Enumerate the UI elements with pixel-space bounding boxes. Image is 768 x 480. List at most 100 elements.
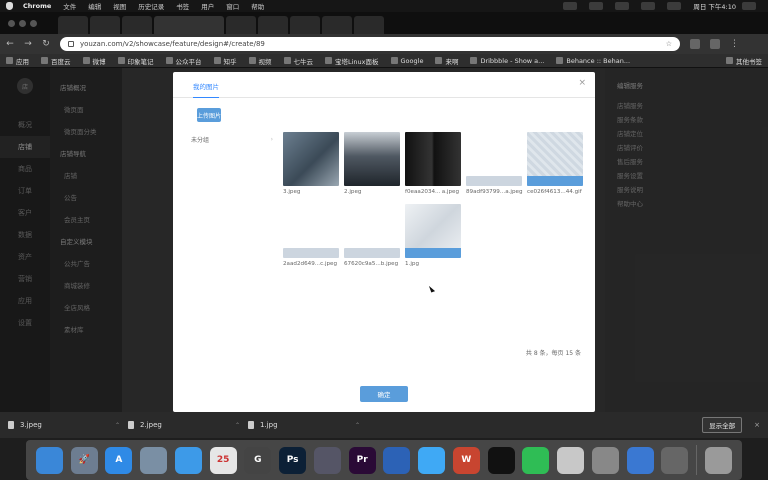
wifi-icon[interactable] [641, 2, 656, 10]
image-thumbnail[interactable]: f0eaa2034... a.jpeg [405, 132, 461, 195]
image-preview[interactable] [466, 176, 522, 186]
image-thumbnail[interactable]: 2.jpeg [344, 132, 400, 195]
menubar-clock[interactable]: 周日 下午4:10 [693, 1, 736, 11]
download-item[interactable]: 2.jpeg ⌃ [128, 421, 248, 429]
browser-tab[interactable] [322, 16, 352, 34]
premiere-icon[interactable]: Pr [348, 446, 376, 474]
browser-tab-active[interactable] [154, 16, 224, 34]
rail-item[interactable]: 商品 [0, 158, 50, 180]
subnav-item[interactable]: 微页面 [50, 98, 122, 120]
lock-icon[interactable] [68, 41, 74, 47]
image-preview[interactable] [405, 132, 461, 186]
bookmark-star-icon[interactable]: ☆ [666, 40, 672, 48]
reload-icon[interactable]: ↻ [42, 39, 50, 49]
rail-item[interactable]: 数据 [0, 224, 50, 246]
subnav-item[interactable]: 全店风格 [50, 296, 122, 318]
bookmark-item[interactable]: 七牛云 [283, 56, 313, 66]
menu-help[interactable]: 帮助 [251, 1, 264, 11]
upload-image-button[interactable]: 上传图片 [197, 108, 221, 122]
bookmark-apps[interactable]: 应用 [6, 56, 29, 66]
status-icon[interactable] [589, 2, 604, 10]
app-store-icon[interactable]: A [105, 446, 133, 474]
zoom-window-icon[interactable] [30, 20, 37, 27]
bookmark-item[interactable]: Behance :: Behan... [556, 57, 630, 65]
browser-tab[interactable] [290, 16, 320, 34]
status-icon[interactable] [563, 2, 578, 10]
shop-logo[interactable]: 店 [17, 78, 33, 94]
safari-icon[interactable] [174, 446, 202, 474]
subnav-item[interactable]: 会员主页 [50, 208, 122, 230]
menu-bookmarks[interactable]: 书签 [176, 1, 189, 11]
image-thumbnail[interactable]: ce026f4613... 44.gif [527, 132, 583, 195]
calculator-icon[interactable] [591, 446, 619, 474]
browser-tab[interactable] [226, 16, 256, 34]
image-thumbnail[interactable]: 67620c9a5... b.jpeg [344, 204, 400, 267]
forward-icon[interactable]: → [24, 39, 32, 49]
subnav-item[interactable]: 素材库 [50, 318, 122, 340]
launchpad-icon[interactable]: 🚀 [70, 446, 98, 474]
subnav-item[interactable]: 公告 [50, 186, 122, 208]
browser-tab[interactable] [90, 16, 120, 34]
menu-people[interactable]: 用户 [201, 1, 214, 11]
image-thumbnail[interactable]: 1.jpg [405, 204, 461, 267]
bookmark-item[interactable]: Dribbble - Show a... [470, 57, 544, 65]
bookmark-item[interactable]: 来啊 [435, 56, 458, 66]
image-preview[interactable] [283, 248, 339, 258]
menu-edit[interactable]: 编辑 [88, 1, 101, 11]
rail-item[interactable]: 设置 [0, 312, 50, 334]
qq-browser-icon[interactable] [418, 446, 446, 474]
menu-history[interactable]: 历史记录 [138, 1, 164, 11]
image-preview[interactable] [405, 204, 461, 258]
browser-tab[interactable] [354, 16, 384, 34]
bookmark-item[interactable]: 宝塔Linux面板 [325, 56, 379, 66]
wps-icon[interactable]: W [452, 446, 480, 474]
spotlight-icon[interactable] [742, 2, 756, 10]
chevron-up-icon[interactable]: ⌃ [355, 422, 360, 429]
close-icon[interactable]: × [578, 78, 586, 88]
subnav-item[interactable]: 公共广告 [50, 252, 122, 274]
menu-window[interactable]: 窗口 [226, 1, 239, 11]
browser-tab[interactable] [58, 16, 88, 34]
browser-tab[interactable] [122, 16, 152, 34]
download-item[interactable]: 1.jpg ⌃ [248, 421, 368, 429]
bookmark-item[interactable]: 视频 [248, 56, 272, 66]
menu-view[interactable]: 视图 [113, 1, 126, 11]
bookmark-item[interactable]: 印象笔记 [117, 56, 154, 66]
image-thumbnail[interactable]: 2aad2d649... c.jpeg [283, 204, 339, 267]
calendar-icon[interactable]: 25 [209, 446, 237, 474]
compressor-icon[interactable] [313, 446, 341, 474]
bookmark-other[interactable]: 其他书签 [726, 56, 762, 66]
image-preview[interactable] [344, 132, 400, 186]
extension-icon[interactable] [710, 39, 720, 49]
subnav-item[interactable]: 商城装修 [50, 274, 122, 296]
subnav-item[interactable]: 微页面分类 [50, 120, 122, 142]
wechat-icon[interactable] [522, 446, 550, 474]
rail-item[interactable]: 资产 [0, 246, 50, 268]
subnav-item[interactable]: 店铺 [50, 164, 122, 186]
rail-item[interactable]: 订单 [0, 180, 50, 202]
image-thumbnail[interactable]: 3.jpeg [283, 132, 339, 195]
browser-tab[interactable] [258, 16, 288, 34]
notes-icon[interactable] [557, 446, 585, 474]
bookmark-item[interactable]: 微博 [82, 56, 106, 66]
subnav-item[interactable]: 店铺概况 [50, 76, 122, 98]
sync-icon[interactable] [661, 446, 689, 474]
keynote-icon[interactable] [383, 446, 411, 474]
rail-item[interactable]: 应用 [0, 290, 50, 312]
extension-icon[interactable] [690, 39, 700, 49]
confirm-button[interactable]: 确定 [360, 386, 408, 402]
address-bar[interactable]: youzan.com/v2/showcase/feature/design#/c… [60, 37, 680, 51]
status-icon[interactable] [615, 2, 630, 10]
qq-icon[interactable] [487, 446, 515, 474]
image-preview[interactable] [283, 132, 339, 186]
group-item-ungrouped[interactable]: 未分组 › [173, 132, 273, 146]
subnav-item[interactable]: 自定义模块 [50, 230, 122, 252]
show-all-downloads-button[interactable]: 显示全部 [702, 417, 743, 433]
preview-icon[interactable] [140, 446, 168, 474]
close-icon[interactable]: × [754, 421, 760, 429]
bookmark-item[interactable]: 知乎 [213, 56, 237, 66]
apple-icon[interactable] [6, 2, 13, 10]
finder-icon[interactable] [35, 446, 63, 474]
bookmark-item[interactable]: Google [390, 57, 423, 65]
minimize-window-icon[interactable] [19, 20, 26, 27]
